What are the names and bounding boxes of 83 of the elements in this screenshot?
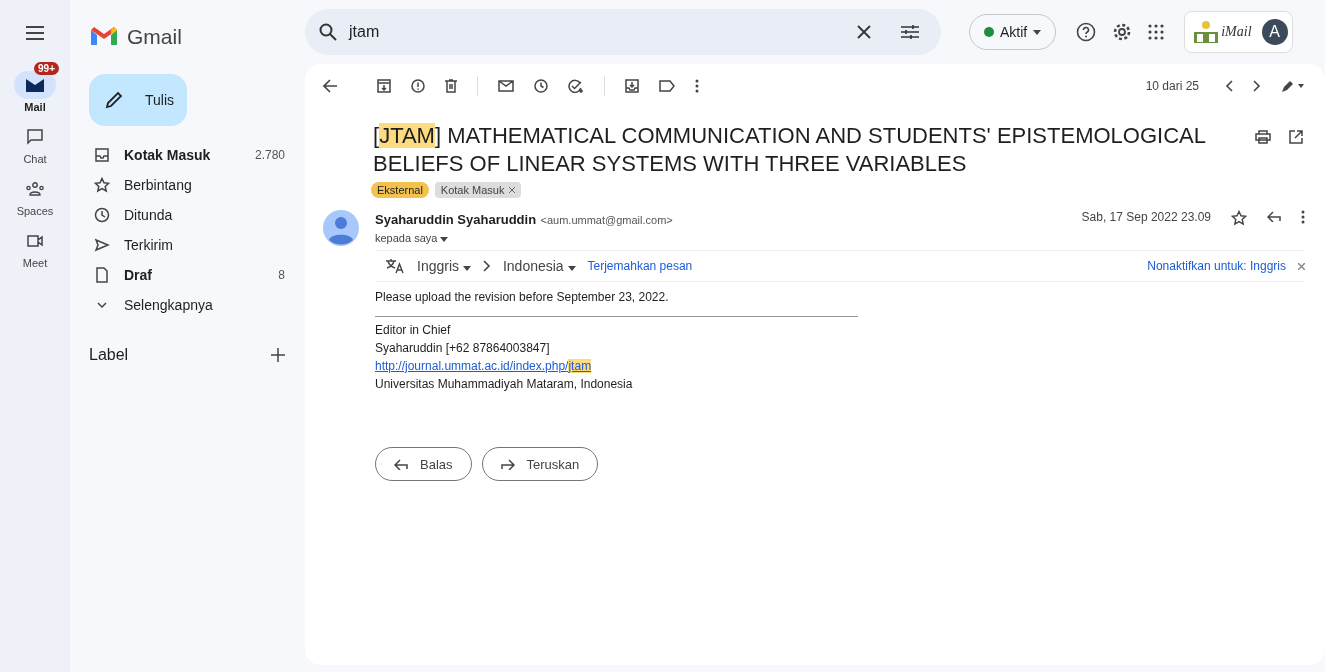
language-dropdown[interactable]: Inggris bbox=[417, 258, 471, 274]
rail-label: Meet bbox=[22, 257, 48, 269]
logo-text: iMail bbox=[1221, 24, 1252, 40]
message-date: Sab, 17 Sep 2022 23.09 bbox=[1081, 210, 1211, 224]
message-text: Please upload the revision before September 23, 2022. bbox=[375, 290, 670, 304]
help-icon[interactable] bbox=[1076, 22, 1097, 42]
chat-icon bbox=[27, 129, 43, 145]
send-icon bbox=[94, 237, 110, 253]
close-icon[interactable] bbox=[857, 25, 871, 39]
menu-icon[interactable] bbox=[26, 25, 44, 43]
apps-grid-icon[interactable] bbox=[1148, 24, 1165, 40]
trash-icon[interactable] bbox=[445, 79, 457, 93]
star-icon[interactable] bbox=[1231, 210, 1247, 226]
video-camera-icon bbox=[27, 234, 43, 248]
filter-icon[interactable] bbox=[901, 24, 919, 40]
folder-item[interactable]: Berbintang bbox=[89, 170, 305, 200]
new-window-icon[interactable] bbox=[1289, 130, 1303, 144]
pencil-icon bbox=[105, 91, 123, 109]
previous-icon[interactable] bbox=[1225, 80, 1233, 92]
clock-icon bbox=[94, 207, 110, 223]
rail-label: Mail bbox=[24, 101, 46, 113]
caret-icon bbox=[567, 266, 576, 271]
folder-item[interactable]: Draf 8 bbox=[89, 260, 305, 290]
folder-item[interactable]: Ditunda bbox=[89, 200, 305, 230]
pager-text: 10 dari 25 bbox=[1145, 79, 1199, 93]
unread-badge: 99+ bbox=[34, 62, 59, 75]
people-icon bbox=[25, 182, 45, 196]
search-query: jtam bbox=[349, 23, 380, 41]
rail-tab[interactable] bbox=[14, 71, 56, 99]
rail-label: Spaces bbox=[16, 205, 54, 217]
reply-icon[interactable] bbox=[1267, 210, 1281, 222]
search-icon bbox=[319, 23, 337, 41]
translate-link[interactable]: Terjemahkan pesan bbox=[587, 259, 693, 273]
search-field[interactable]: jtam bbox=[305, 9, 941, 55]
document-icon bbox=[94, 267, 110, 283]
pen-icon[interactable] bbox=[1281, 79, 1305, 93]
add-task-icon[interactable] bbox=[568, 79, 584, 93]
folder-item[interactable]: Terkirim bbox=[89, 230, 305, 260]
signature-line: Universitas Muhammadiyah Mataram, Indonesia bbox=[375, 376, 634, 393]
move-to-icon[interactable] bbox=[625, 79, 639, 93]
chevron-right-icon bbox=[482, 260, 491, 272]
external-tag: Eksternal bbox=[371, 182, 429, 198]
forward-icon bbox=[500, 458, 515, 470]
caret-icon bbox=[462, 266, 471, 271]
sender-email: <aum.ummat@gmail.com> bbox=[540, 214, 673, 226]
more-icon[interactable] bbox=[1301, 210, 1305, 224]
avatar-icon bbox=[323, 210, 359, 246]
labels-heading: Label bbox=[89, 346, 129, 364]
account-button[interactable]: iMail A bbox=[1184, 11, 1293, 53]
more-icon[interactable] bbox=[695, 79, 699, 93]
mail-icon bbox=[26, 78, 44, 92]
signature-line: Syaharuddin [+62 87864003847] bbox=[375, 340, 551, 357]
journal-link[interactable]: http://journal.ummat.ac.id/index.php/jtam bbox=[375, 359, 592, 373]
folder-item[interactable]: Selengkapnya bbox=[89, 290, 305, 320]
app-name: Gmail bbox=[127, 25, 182, 49]
gmail-logo-icon bbox=[91, 27, 117, 47]
account-avatar: A bbox=[1261, 19, 1288, 45]
sender-name: Syaharuddin Syaharuddin bbox=[375, 212, 537, 227]
rail-label: Chat bbox=[23, 153, 47, 165]
inbox-icon bbox=[94, 147, 110, 163]
logo-icon bbox=[1193, 20, 1220, 44]
archive-icon[interactable] bbox=[377, 79, 391, 93]
recipient-dropdown[interactable]: kepada saya bbox=[375, 232, 449, 244]
star-icon bbox=[94, 177, 110, 193]
clock-icon[interactable] bbox=[534, 79, 548, 93]
label-tag: Kotak Masuk bbox=[434, 182, 522, 198]
language-dropdown[interactable]: Indonesia bbox=[502, 258, 576, 274]
disable-translation-link[interactable]: Nonaktifkan untuk: Inggris bbox=[1147, 259, 1286, 273]
reply-icon bbox=[394, 458, 408, 470]
caret-icon bbox=[440, 237, 449, 242]
settings-icon[interactable] bbox=[1112, 22, 1133, 42]
mail-icon[interactable] bbox=[498, 80, 514, 92]
compose-button[interactable]: Tulis bbox=[89, 74, 187, 126]
caret-icon bbox=[1033, 29, 1042, 35]
next-icon[interactable] bbox=[1253, 80, 1261, 92]
print-icon[interactable] bbox=[1255, 130, 1271, 144]
label-icon[interactable] bbox=[659, 80, 675, 92]
spam-icon[interactable] bbox=[411, 79, 425, 93]
signature-line: Editor in Chief bbox=[375, 322, 452, 339]
folder-item[interactable]: Kotak Masuk 2.780 bbox=[89, 140, 305, 170]
add-label-icon[interactable] bbox=[271, 348, 285, 362]
back-arrow-icon[interactable] bbox=[323, 79, 337, 93]
translate-icon bbox=[385, 258, 405, 274]
